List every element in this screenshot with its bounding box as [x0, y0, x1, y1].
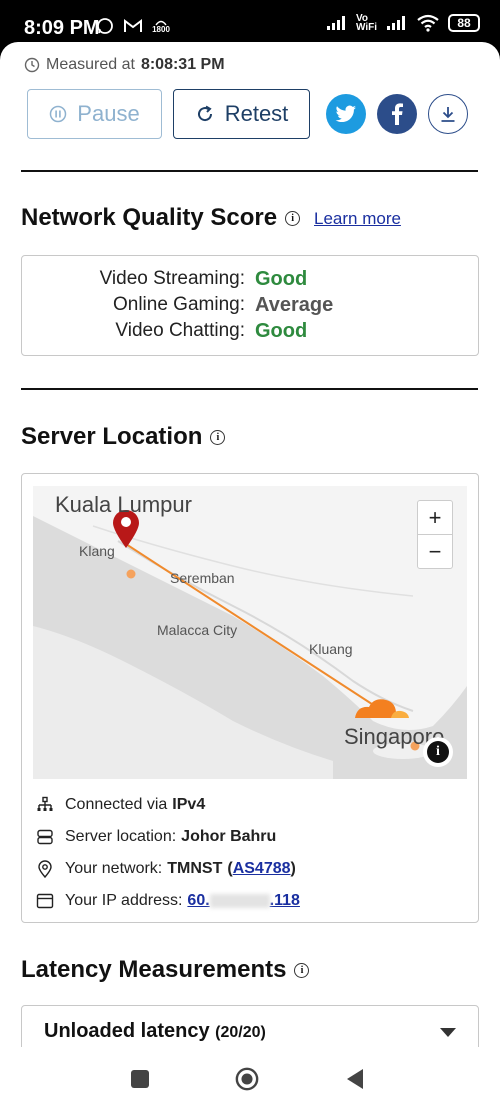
back-triangle-icon	[347, 1069, 363, 1089]
ip-redacted	[209, 893, 270, 908]
quality-row-chatting: Video Chatting: Good	[95, 320, 307, 343]
unloaded-latency-accordion[interactable]: Unloaded latency (20/20)	[21, 1005, 479, 1047]
battery-icon: 88	[448, 14, 480, 32]
server-icon	[35, 827, 55, 847]
unloaded-latency-label: Unloaded latency	[44, 1020, 210, 1042]
home-circle-icon	[235, 1067, 259, 1091]
battery-level: 88	[457, 16, 471, 30]
quality-row-gaming: Online Gaming: Average	[95, 294, 333, 317]
map-pin-icon	[35, 859, 55, 879]
gmail-icon	[122, 15, 144, 37]
whatsapp-icon	[94, 15, 116, 37]
network-quality-card: Video Streaming: Good Online Gaming: Ave…	[21, 255, 479, 356]
quality-value: Good	[255, 268, 308, 290]
map-attribution-button[interactable]: i	[423, 737, 453, 767]
network-quality-title: Network Quality Score	[21, 204, 278, 231]
map-label-klang: Klang	[79, 543, 115, 559]
chevron-down-icon	[440, 1028, 456, 1037]
measured-at: Measured at 8:08:31 PM	[24, 56, 225, 74]
learn-more-link[interactable]: Learn more	[314, 209, 401, 229]
quality-label: Video Chatting:	[115, 320, 245, 341]
connected-prefix: Connected via	[65, 796, 168, 813]
navigation-bar	[0, 1047, 500, 1111]
map-label-seremban: Seremban	[170, 570, 235, 586]
quality-label: Video Streaming:	[99, 268, 245, 289]
signal-icon	[327, 16, 345, 30]
zoom-out-button[interactable]: −	[418, 535, 452, 569]
network-badge-icon: 1800	[150, 15, 172, 37]
server-value: Johor Bahru	[181, 828, 277, 845]
quality-value: Average	[255, 294, 334, 316]
status-time: 8:09 PM	[24, 17, 100, 39]
unloaded-latency-count: (20/20)	[215, 1024, 266, 1041]
ip-address-link[interactable]: 60. .118	[187, 892, 300, 910]
download-icon	[441, 107, 455, 122]
ip-address-row: Your IP address: 60. .118	[35, 889, 300, 913]
network-badge-text: 1800	[152, 25, 170, 34]
map-label-kuala-lumpur: Kuala Lumpur	[55, 492, 192, 517]
retest-label: Retest	[224, 101, 289, 126]
ip-start: 60.	[187, 892, 210, 909]
network-name: TMNST	[167, 860, 223, 877]
connected-value: IPv4	[172, 796, 206, 813]
ip-end: .118	[269, 892, 300, 909]
map-label-kluang: Kluang	[309, 641, 353, 657]
client-dot	[126, 569, 136, 579]
network-asn-wrapper: (AS4788)	[227, 860, 296, 877]
info-filled-icon: i	[427, 741, 449, 763]
latency-heading: Latency Measurements i	[21, 956, 310, 984]
refresh-icon	[197, 105, 212, 122]
server-location-row: Server location: Johor Bahru	[35, 825, 276, 849]
ip-prefix: Your IP address:	[65, 892, 183, 909]
pause-label: Pause	[77, 101, 140, 126]
info-icon[interactable]: i	[294, 962, 310, 978]
map-canvas: Kuala Lumpur Klang Seremban Malacca City…	[33, 486, 467, 779]
server-location-heading: Server Location i	[21, 423, 226, 451]
back-button[interactable]	[343, 1067, 367, 1091]
server-prefix: Server location:	[65, 828, 177, 845]
info-icon[interactable]: i	[285, 210, 301, 226]
latency-title: Latency Measurements	[21, 956, 287, 983]
network-tree-icon	[35, 795, 55, 815]
unloaded-latency-title: Unloaded latency (20/20)	[44, 1020, 266, 1043]
system-icons: Vo WiFi 88	[326, 13, 480, 33]
map-label-malacca: Malacca City	[157, 622, 237, 638]
quality-row-streaming: Video Streaming: Good	[95, 268, 308, 291]
square-icon	[131, 1070, 149, 1088]
vowifi-label: Vo WiFi	[356, 13, 378, 33]
divider	[21, 388, 478, 390]
quality-value: Good	[255, 320, 308, 342]
download-button[interactable]	[428, 94, 468, 134]
info-icon[interactable]: i	[210, 429, 226, 445]
pause-button[interactable]: Pause	[27, 89, 162, 139]
browser-window-icon	[35, 891, 55, 911]
signal-2-icon	[387, 16, 405, 30]
notification-icons: 1800	[94, 15, 172, 37]
quality-label: Online Gaming:	[112, 294, 245, 315]
wifi-icon	[417, 14, 439, 32]
twitter-share-button[interactable]	[326, 94, 366, 134]
clock-icon	[24, 57, 40, 73]
measured-time: 8:08:31 PM	[140, 56, 225, 73]
twitter-icon	[335, 105, 356, 123]
network-quality-heading: Network Quality Score i	[21, 204, 301, 232]
network-prefix: Your network:	[65, 860, 163, 877]
your-network-row: Your network: TMNST (AS4788)	[35, 857, 296, 881]
retest-button[interactable]: Retest	[173, 89, 310, 139]
map-zoom-control: + −	[417, 500, 453, 569]
home-button[interactable]	[235, 1067, 259, 1091]
map[interactable]: Kuala Lumpur Klang Seremban Malacca City…	[33, 486, 467, 779]
facebook-icon	[392, 103, 403, 125]
pause-icon	[50, 105, 67, 123]
zoom-in-button[interactable]: +	[418, 501, 452, 535]
recents-button[interactable]	[128, 1067, 152, 1091]
measured-prefix: Measured at	[46, 56, 135, 73]
divider	[21, 170, 478, 172]
connected-via-row: Connected via IPv4	[35, 793, 205, 817]
server-location-title: Server Location	[21, 423, 203, 450]
content-sheet: Measured at 8:08:31 PM Pause Retest Netw…	[0, 42, 500, 1047]
asn-link[interactable]: AS4788	[233, 860, 291, 877]
facebook-share-button[interactable]	[377, 94, 417, 134]
